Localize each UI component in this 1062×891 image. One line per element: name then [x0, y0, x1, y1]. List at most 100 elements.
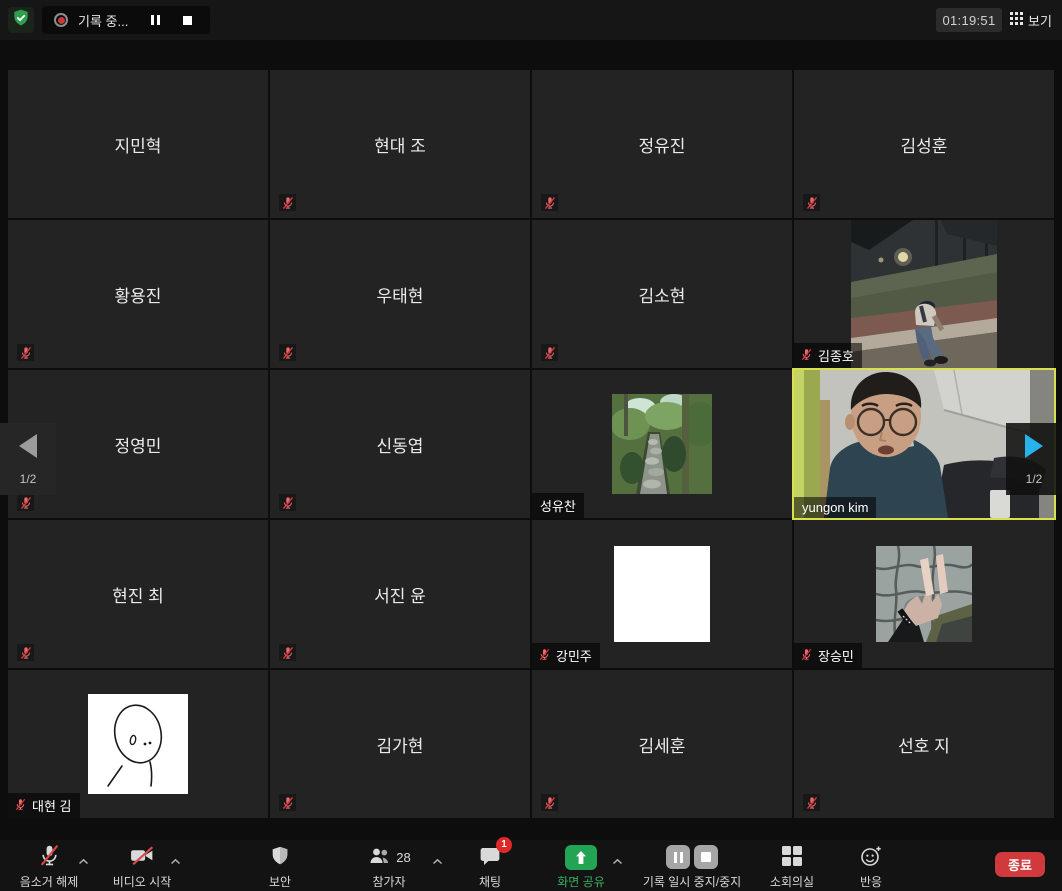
participant-name: 김가현 — [270, 670, 530, 818]
participant-gallery: 지민혁 현대 조 정유진 김성훈 황용진 우태현 김소현 — [8, 70, 1054, 818]
security-button[interactable]: 보안 — [250, 844, 310, 890]
participant-tile[interactable]: 김성훈 — [794, 70, 1054, 218]
participant-tile[interactable]: 김종호 — [794, 220, 1054, 368]
chat-bubble-icon: 1 — [478, 844, 502, 871]
muted-mic-icon — [803, 194, 820, 211]
participant-tile[interactable]: 김세훈 — [532, 670, 792, 818]
participant-tile[interactable]: 김가현 — [270, 670, 530, 818]
participants-options-caret-icon[interactable] — [432, 854, 443, 868]
share-options-caret-icon[interactable] — [612, 854, 623, 868]
participant-tile[interactable]: 우태현 — [270, 220, 530, 368]
chat-button[interactable]: 1 채팅 — [462, 844, 518, 890]
participant-avatar-photo — [876, 546, 972, 642]
participant-name: 현대 조 — [270, 70, 530, 218]
muted-mic-icon — [800, 648, 813, 664]
participant-avatar-blank — [614, 546, 710, 642]
participant-name: 현진 최 — [8, 520, 268, 668]
reactions-button[interactable]: 반응 — [842, 844, 900, 890]
view-button[interactable]: 보기 — [1010, 8, 1052, 32]
participant-tile[interactable]: 정유진 — [532, 70, 792, 218]
participant-name: 서진 윤 — [270, 520, 530, 668]
participant-tile[interactable]: 황용진 — [8, 220, 268, 368]
video-off-icon — [129, 843, 156, 871]
pause-recording-icon[interactable] — [144, 10, 166, 30]
muted-mic-icon — [541, 794, 558, 811]
participant-name: 김세훈 — [532, 670, 792, 818]
muted-mic-icon — [279, 194, 296, 211]
participant-avatar-drawing — [88, 694, 188, 794]
unmute-label: 음소거 해제 — [20, 873, 79, 890]
participants-icon — [367, 844, 392, 871]
start-video-button[interactable]: 비디오 시작 — [100, 844, 184, 890]
participant-name: 강민주 — [556, 646, 592, 665]
grid-view-icon — [1010, 12, 1023, 28]
chat-unread-badge: 1 — [496, 837, 512, 853]
stop-recording-icon[interactable] — [694, 845, 718, 869]
pause-recording-icon[interactable] — [666, 845, 690, 869]
participant-name: yungon kim — [802, 500, 868, 515]
share-screen-button[interactable]: 화면 공유 — [548, 844, 614, 890]
audio-options-caret-icon[interactable] — [78, 854, 89, 868]
share-screen-label: 화면 공유 — [557, 873, 605, 890]
breakout-rooms-icon — [781, 845, 803, 870]
participant-tile[interactable]: 신동엽 — [270, 370, 530, 518]
chevron-left-icon — [17, 433, 39, 464]
page-indicator: 1/2 — [1026, 472, 1043, 486]
participant-tile[interactable]: 김소현 — [532, 220, 792, 368]
breakout-rooms-button[interactable]: 소회의실 — [758, 844, 826, 890]
participant-tile[interactable]: 지민혁 — [8, 70, 268, 218]
reactions-label: 반응 — [860, 873, 882, 890]
previous-page-button[interactable]: 1/2 — [0, 423, 56, 495]
view-button-label: 보기 — [1028, 11, 1052, 30]
participant-name-badge: 성유찬 — [532, 493, 584, 518]
start-video-label: 비디오 시작 — [113, 873, 172, 890]
meeting-info-shield-button[interactable] — [8, 7, 34, 33]
shield-icon — [269, 844, 291, 871]
muted-mic-icon — [17, 494, 34, 511]
meeting-top-bar: 기록 중... 01:19:51 보기 — [0, 0, 1062, 40]
participant-tile[interactable]: 현진 최 — [8, 520, 268, 668]
share-screen-icon — [565, 845, 597, 870]
muted-mic-icon — [800, 348, 813, 364]
participant-name-badge: 김종호 — [794, 343, 862, 368]
muted-mic-icon — [541, 344, 558, 361]
page-indicator: 1/2 — [20, 472, 37, 486]
video-options-caret-icon[interactable] — [170, 854, 181, 868]
participant-name: 김소현 — [532, 220, 792, 368]
participant-name: 대현 김 — [32, 796, 72, 815]
participant-tile[interactable]: 대현 김 — [8, 670, 268, 818]
security-shield-icon — [11, 8, 31, 33]
participant-tile[interactable]: 현대 조 — [270, 70, 530, 218]
participant-name-badge: 대현 김 — [8, 793, 80, 818]
muted-mic-icon — [37, 843, 62, 871]
security-label: 보안 — [269, 873, 291, 890]
muted-mic-icon — [541, 194, 558, 211]
participant-tile[interactable]: 선호 지 — [794, 670, 1054, 818]
participant-name: 성유찬 — [540, 496, 576, 515]
participants-button[interactable]: 28 참가자 — [352, 844, 426, 890]
participant-tile[interactable]: 서진 윤 — [270, 520, 530, 668]
participant-tile[interactable]: 장승민 — [794, 520, 1054, 668]
record-control-button[interactable]: 기록 일시 중지/중지 — [634, 844, 750, 890]
breakout-rooms-label: 소회의실 — [770, 873, 814, 890]
participant-name-badge: 장승민 — [794, 643, 862, 668]
next-page-button[interactable]: 1/2 — [1006, 423, 1062, 495]
participant-avatar-photo — [612, 394, 712, 494]
participant-name: 선호 지 — [794, 670, 1054, 818]
meeting-toolbar: 음소거 해제 비디오 시작 보안 28 참가자 — [0, 840, 1062, 891]
participant-name: 장승민 — [818, 646, 854, 665]
muted-mic-icon — [14, 798, 27, 814]
participant-tile[interactable]: 성유찬 — [532, 370, 792, 518]
unmute-button[interactable]: 음소거 해제 — [6, 844, 92, 890]
end-meeting-button[interactable]: 종료 — [995, 852, 1045, 877]
chevron-right-icon — [1023, 433, 1045, 464]
muted-mic-icon — [279, 494, 296, 511]
meeting-timer: 01:19:51 — [936, 8, 1002, 32]
participant-name: 신동엽 — [270, 370, 530, 518]
muted-mic-icon — [803, 794, 820, 811]
participant-name: 김종호 — [818, 346, 854, 365]
stop-recording-icon[interactable] — [176, 10, 198, 30]
reactions-smiley-icon — [859, 844, 883, 871]
participant-tile[interactable]: 강민주 — [532, 520, 792, 668]
muted-mic-icon — [17, 644, 34, 661]
